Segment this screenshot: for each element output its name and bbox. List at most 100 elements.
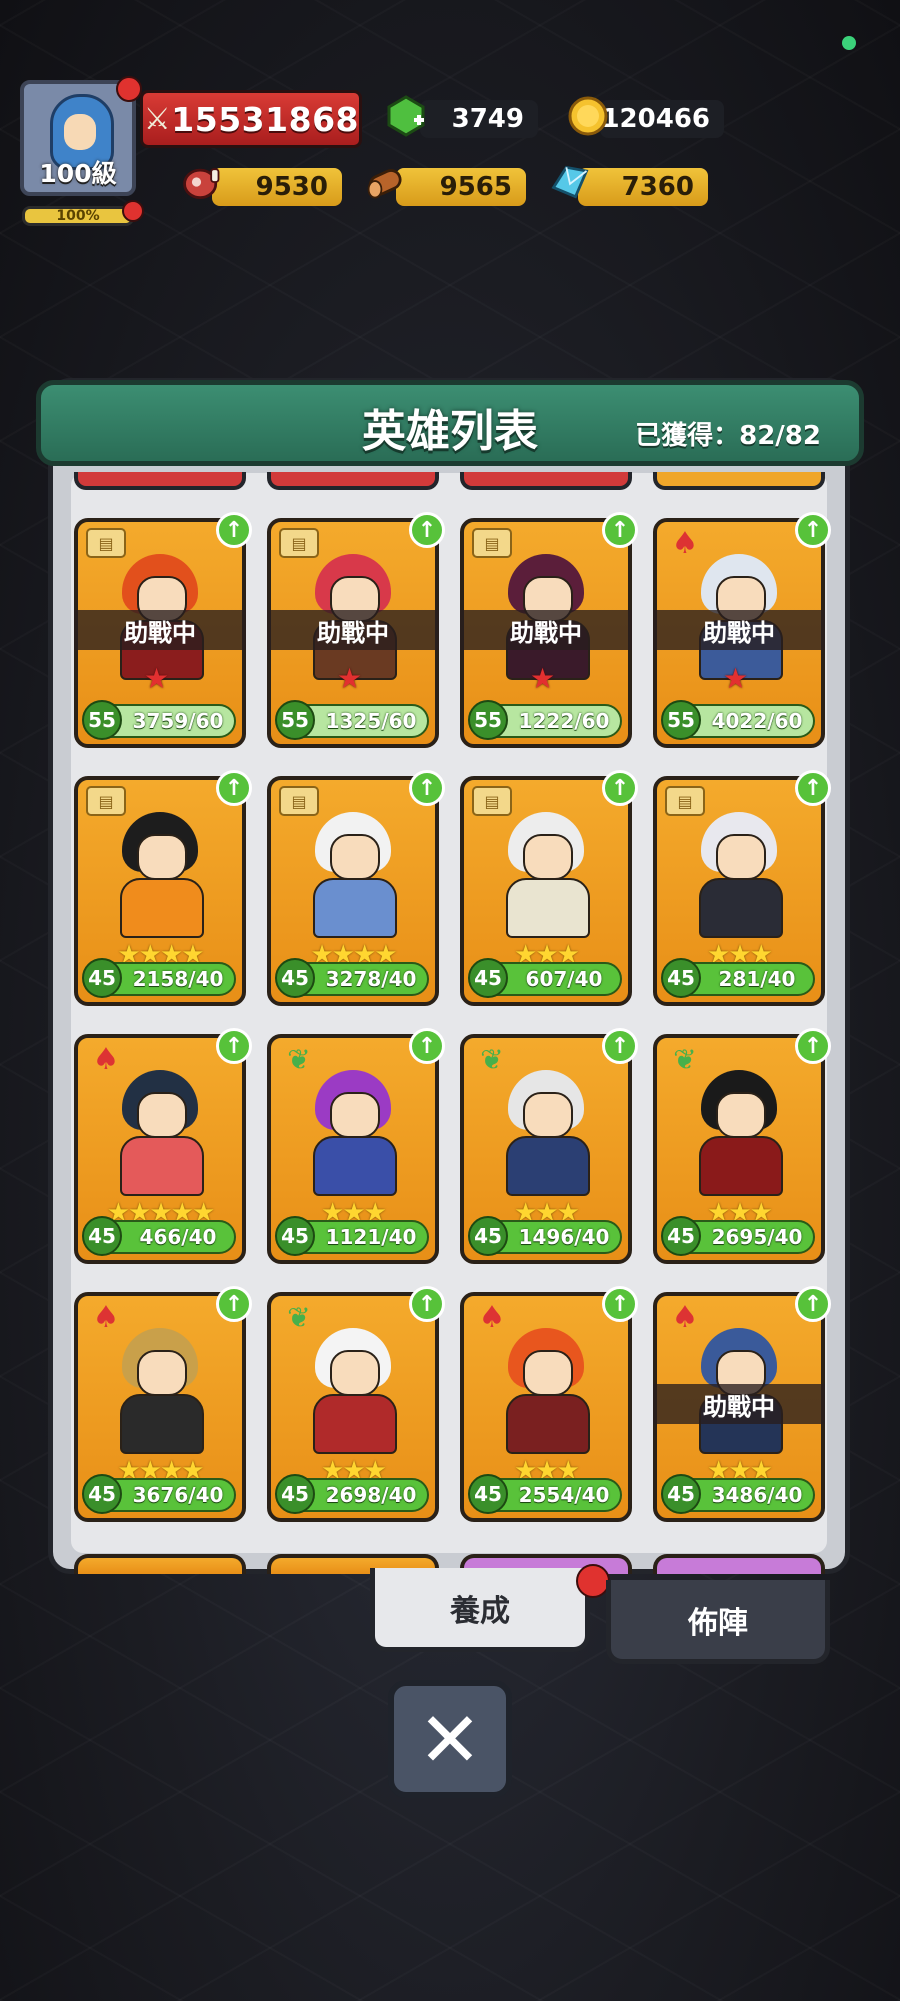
- hero-card[interactable]: ▤ ↑ ★★★ 45 281/40: [653, 770, 831, 1006]
- hero-level: 45: [275, 1216, 315, 1256]
- hero-body: [313, 1136, 397, 1196]
- book-class-icon: ▤: [86, 786, 126, 816]
- hero-card[interactable]: ♠ ↑ ★★★★ 45 3676/40: [74, 1286, 252, 1522]
- assist-status-label: 助戰中: [653, 610, 825, 650]
- meat-counter[interactable]: 9530: [212, 168, 342, 206]
- assist-status-label: 助戰中: [267, 610, 439, 650]
- gold-counter[interactable]: 120466: [600, 100, 724, 138]
- hero-card[interactable]: ▤ ↑ ★ 助戰中 55 1222/60: [460, 512, 638, 748]
- book-class-icon: ▤: [665, 786, 705, 816]
- panel-header: 英雄列表 已獲得：82/82: [36, 380, 864, 466]
- green-gem-icon: [384, 94, 428, 138]
- shard-progress-bar: 45 2695/40: [661, 1216, 815, 1256]
- hero-body: [699, 878, 783, 938]
- upgrade-arrow-icon: ↑: [602, 1028, 638, 1064]
- hero-body: [120, 1136, 204, 1196]
- player-level: 100級: [39, 159, 117, 188]
- axe-class-icon: ♠: [92, 1299, 120, 1335]
- hero-card[interactable]: ❦ ↑ ★★★ 45 1121/40: [267, 1028, 445, 1264]
- hero-card[interactable]: ♠ ↑ ★ 助戰中 55 4022/60: [653, 512, 831, 748]
- tab-formation[interactable]: 佈陣: [606, 1580, 830, 1664]
- exp-bar: 100%: [22, 206, 134, 226]
- hero-card-partial: [74, 472, 246, 490]
- axe-class-icon: ♠: [478, 1299, 506, 1335]
- upgrade-arrow-icon: ↑: [602, 1286, 638, 1322]
- close-button[interactable]: ✕: [388, 1680, 512, 1798]
- shard-count: 466/40: [139, 1225, 217, 1249]
- hero-portrait: [285, 806, 421, 938]
- exp-percent: 100%: [56, 208, 100, 224]
- hero-card[interactable]: ▤ ↑ ★ 助戰中 55 1325/60: [267, 512, 445, 748]
- hero-card[interactable]: ♠ ↑ ★★★ 助戰中 45 3486/40: [653, 1286, 831, 1522]
- status-dot: [842, 36, 856, 50]
- hero-card[interactable]: ♠ ↑ ★★★★★ 45 466/40: [74, 1028, 252, 1264]
- hero-card[interactable]: ▤ ↑ ★★★★ 45 2158/40: [74, 770, 252, 1006]
- crystal-icon: [548, 160, 592, 204]
- close-icon: ✕: [418, 1694, 482, 1784]
- crystal-counter[interactable]: 7360: [578, 168, 708, 206]
- shard-progress-bar: 45 1496/40: [468, 1216, 622, 1256]
- hero-card[interactable]: ❦ ↑ ★★★ 45 2698/40: [267, 1286, 445, 1522]
- axe-class-icon: ♠: [92, 1041, 120, 1077]
- wood-counter[interactable]: 9565: [396, 168, 526, 206]
- hero-level: 45: [275, 1474, 315, 1514]
- hero-card-partial: [653, 1554, 825, 1574]
- meat-value: 9530: [255, 172, 328, 202]
- shard-count: 4022/60: [711, 709, 803, 733]
- shard-progress-bar: 45 2698/40: [275, 1474, 429, 1514]
- hero-portrait: [478, 806, 614, 938]
- upgrade-arrow-icon: ↑: [795, 1028, 831, 1064]
- leaf-class-icon: ❦: [287, 1042, 311, 1076]
- shard-progress-bar: 45 1121/40: [275, 1216, 429, 1256]
- hero-portrait: [285, 1322, 421, 1454]
- hero-face: [137, 834, 187, 880]
- hero-card[interactable]: ♠ ↑ ★★★ 45 2554/40: [460, 1286, 638, 1522]
- hero-face: [716, 834, 766, 880]
- combat-power: ⚔ 15531868: [140, 90, 362, 148]
- hero-card[interactable]: ▤ ↑ ★ 助戰中 55 3759/60: [74, 512, 252, 748]
- meat-icon: [180, 160, 224, 204]
- shard-progress-bar: 45 2158/40: [82, 958, 236, 998]
- hero-body: [313, 1394, 397, 1454]
- shard-count: 607/40: [525, 967, 603, 991]
- shard-progress-bar: 55 3759/60: [82, 700, 236, 740]
- shard-count: 3676/40: [132, 1483, 224, 1507]
- book-class-icon: ▤: [279, 528, 319, 558]
- hero-body: [313, 878, 397, 938]
- upgrade-arrow-icon: ↑: [795, 512, 831, 548]
- hero-card[interactable]: ▤ ↑ ★★★★ 45 3278/40: [267, 770, 445, 1006]
- hero-portrait: [671, 806, 807, 938]
- hero-face: [523, 834, 573, 880]
- hero-level: 45: [82, 1474, 122, 1514]
- hero-card-partial: [74, 1554, 246, 1574]
- gold-value: 120466: [601, 104, 710, 134]
- hero-card[interactable]: ▤ ↑ ★★★ 45 607/40: [460, 770, 638, 1006]
- shard-progress-bar: 45 466/40: [82, 1216, 236, 1256]
- shard-progress-bar: 45 3486/40: [661, 1474, 815, 1514]
- exp-notification-dot: [122, 200, 144, 222]
- upgrade-arrow-icon: ↑: [216, 1286, 252, 1322]
- gold-coin-icon: [566, 94, 610, 138]
- upgrade-arrow-icon: ↑: [216, 512, 252, 548]
- shard-progress-bar: 45 281/40: [661, 958, 815, 998]
- hero-body: [506, 1394, 590, 1454]
- tab-train[interactable]: 養成: [370, 1568, 590, 1652]
- hero-card-partial: [267, 472, 439, 490]
- shard-count: 2158/40: [132, 967, 224, 991]
- upgrade-arrow-icon: ↑: [216, 770, 252, 806]
- hero-portrait: [478, 1064, 614, 1196]
- shard-count: 1121/40: [325, 1225, 417, 1249]
- hero-face: [137, 1350, 187, 1396]
- hero-card[interactable]: ❦ ↑ ★★★ 45 2695/40: [653, 1028, 831, 1264]
- shard-count: 2554/40: [518, 1483, 610, 1507]
- hero-portrait: [478, 1322, 614, 1454]
- hero-face: [137, 1092, 187, 1138]
- hero-card[interactable]: ❦ ↑ ★★★ 45 1496/40: [460, 1028, 638, 1264]
- tab-formation-label: 佈陣: [688, 1605, 748, 1641]
- upgrade-arrow-icon: ↑: [795, 770, 831, 806]
- leaf-class-icon: ❦: [480, 1042, 504, 1076]
- gem-counter[interactable]: 3749: [420, 100, 538, 138]
- hero-body: [120, 878, 204, 938]
- assist-status-label: 助戰中: [460, 610, 632, 650]
- crossed-swords-icon: ⚔: [143, 101, 171, 137]
